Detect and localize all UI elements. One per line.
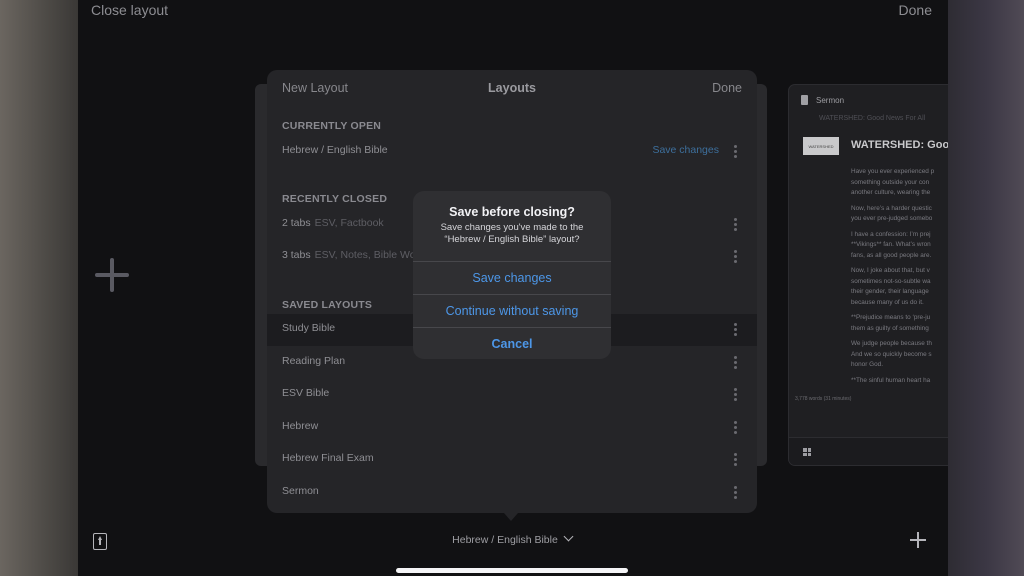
panel-pointer <box>504 513 518 521</box>
sermon-card-footer <box>789 437 948 465</box>
recent-tab-list: ESV, Factbook <box>314 217 384 229</box>
currently-open-heading: CURRENTLY OPEN <box>282 120 382 132</box>
saved-layout-row[interactable]: Hebrew <box>267 412 757 444</box>
sermon-line: Now, I joke about that, but v <box>851 267 930 274</box>
sermon-card-title: Sermon <box>816 95 845 105</box>
add-panel-plus-icon[interactable] <box>95 258 129 292</box>
sermon-line: another culture, wearing the <box>851 189 931 196</box>
close-layout-button[interactable]: Close layout <box>91 2 168 18</box>
saved-layout-label: Reading Plan <box>282 355 346 367</box>
save-changes-button[interactable]: Save changes <box>413 261 611 293</box>
saved-layout-label: Study Bible <box>282 322 336 334</box>
sermon-line: **Vikings** fan. What’s wron <box>851 241 931 248</box>
layout-switcher[interactable]: Hebrew / English Bible <box>0 531 1024 546</box>
sermon-word-count: 3,778 words (31 minutes) <box>795 396 852 402</box>
sermon-line: **The sinful human heart ha <box>851 376 931 384</box>
sermon-preview-card[interactable]: Sermon WATERSHED: Good News For All WATE… <box>788 84 948 466</box>
layouts-panel-title: Layouts <box>488 81 536 95</box>
sermon-line: sometimes not-so-subtle wa <box>851 277 931 285</box>
more-options-icon[interactable] <box>734 250 737 263</box>
more-options-icon[interactable] <box>734 356 737 369</box>
ipad-screen: Close layout Done Sermon WATERSHED: Good… <box>0 0 1024 576</box>
home-indicator[interactable] <box>396 568 628 573</box>
layout-row-current[interactable]: Hebrew / English Bible Save changes <box>267 136 757 168</box>
sermon-line: I have a confession: I’m prej <box>851 230 931 238</box>
sermon-line: fans, as all good people are. <box>851 251 932 259</box>
grid-icon[interactable] <box>803 448 811 456</box>
sermon-line: **Prejudice means to ‘pre-ju <box>851 314 931 321</box>
recent-tab-list: ESV, Notes, Bible Word <box>314 249 425 261</box>
saved-layout-label: Sermon <box>282 485 319 497</box>
more-options-icon[interactable] <box>734 388 737 401</box>
dialog-message: Save changes you've made to the “Hebrew … <box>440 222 584 245</box>
add-icon[interactable] <box>910 532 926 548</box>
sermon-paragraph: Now, here’s a harder questic you ever pre… <box>851 204 948 225</box>
more-options-icon[interactable] <box>734 218 737 231</box>
left-bezel-background <box>0 0 78 576</box>
layout-row-label: Hebrew / English Bible <box>282 144 388 156</box>
sermon-line: because many of us do it. <box>851 298 924 306</box>
save-changes-link[interactable]: Save changes <box>652 144 719 156</box>
sermon-line: We judge people because th <box>851 340 932 347</box>
save-before-closing-dialog: Save before closing? Save changes you've… <box>413 191 611 359</box>
saved-layout-row[interactable]: Hebrew Final Exam <box>267 444 757 476</box>
sermon-paragraph: I have a confession: I’m prej **Vikings**… <box>851 230 948 262</box>
sermon-line: And we so quickly become s <box>851 350 932 358</box>
right-bezel-background <box>948 0 1024 576</box>
chevron-down-icon <box>563 531 574 542</box>
sermon-line: something outside your con <box>851 178 930 186</box>
sermon-body-text: Have you ever experienced p something out… <box>851 167 948 391</box>
saved-layout-row[interactable]: ESV Bible <box>267 379 757 411</box>
more-options-icon[interactable] <box>734 486 737 499</box>
top-done-button[interactable]: Done <box>899 2 932 18</box>
sermon-line: their gender, their language <box>851 288 929 295</box>
sermon-paragraph: We judge people because th And we so quic… <box>851 339 948 371</box>
sermon-line: them as guilty of something <box>851 324 929 332</box>
sermon-subtitle: WATERSHED: Good News For All <box>819 115 926 122</box>
sermon-line: Now, here’s a harder questic <box>851 204 932 212</box>
continue-without-saving-button[interactable]: Continue without saving <box>413 294 611 326</box>
saved-layout-row[interactable]: Sermon <box>267 477 757 509</box>
more-options-icon[interactable] <box>734 145 737 158</box>
recent-tab-count: 2 tabs <box>282 217 311 229</box>
panel-done-button[interactable]: Done <box>712 81 742 95</box>
sermon-paragraph: Have you ever experienced p something out… <box>851 167 948 199</box>
saved-layout-label: ESV Bible <box>282 387 330 399</box>
saved-layouts-heading: SAVED LAYOUTS <box>282 299 373 311</box>
recently-closed-heading: RECENTLY CLOSED <box>282 193 388 205</box>
saved-layout-label: Hebrew <box>282 420 319 432</box>
recent-tab-count: 3 tabs <box>282 249 311 261</box>
sermon-card-header: Sermon <box>789 85 948 111</box>
sermon-paragraph: **The sinful human heart ha <box>851 376 948 387</box>
sermon-paragraph: Now, I joke about that, but v sometimes n… <box>851 266 948 308</box>
share-icon[interactable] <box>93 533 107 550</box>
current-layout-name: Hebrew / English Bible <box>452 534 558 546</box>
more-options-icon[interactable] <box>734 323 737 336</box>
saved-layout-label: Hebrew Final Exam <box>282 452 374 464</box>
more-options-icon[interactable] <box>734 453 737 466</box>
sermon-paragraph: **Prejudice means to ‘pre-ju them as guil… <box>851 313 948 334</box>
sermon-thumbnail: WATERSHED <box>803 137 839 155</box>
sermon-line: Have you ever experienced p <box>851 168 935 175</box>
more-options-icon[interactable] <box>734 421 737 434</box>
sermon-heading: WATERSHED: Good <box>851 139 948 151</box>
layouts-panel-header: New Layout Layouts Done <box>267 70 757 108</box>
document-icon <box>801 95 808 105</box>
cancel-button[interactable]: Cancel <box>413 327 611 359</box>
sermon-line: honor God. <box>851 361 883 368</box>
sermon-line: you ever pre-judged somebo <box>851 215 933 222</box>
dialog-title: Save before closing? <box>449 205 575 219</box>
